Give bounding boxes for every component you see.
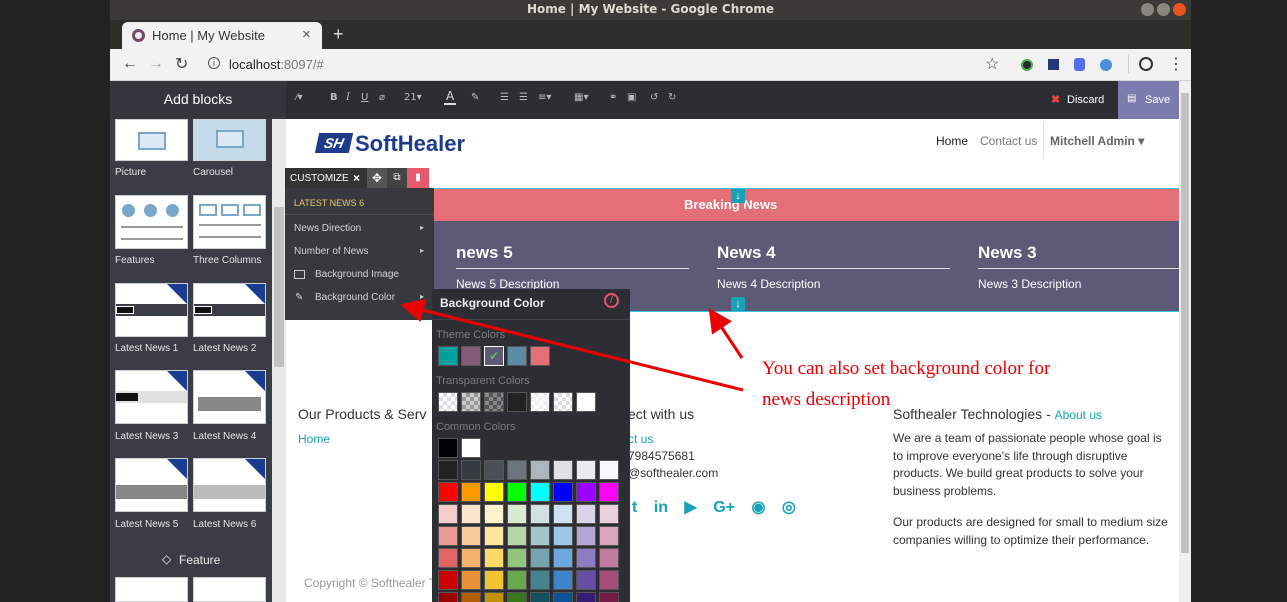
annotation-arrows bbox=[400, 298, 744, 392]
arrow-to-menu bbox=[400, 298, 744, 392]
arrow-to-news bbox=[708, 308, 744, 359]
